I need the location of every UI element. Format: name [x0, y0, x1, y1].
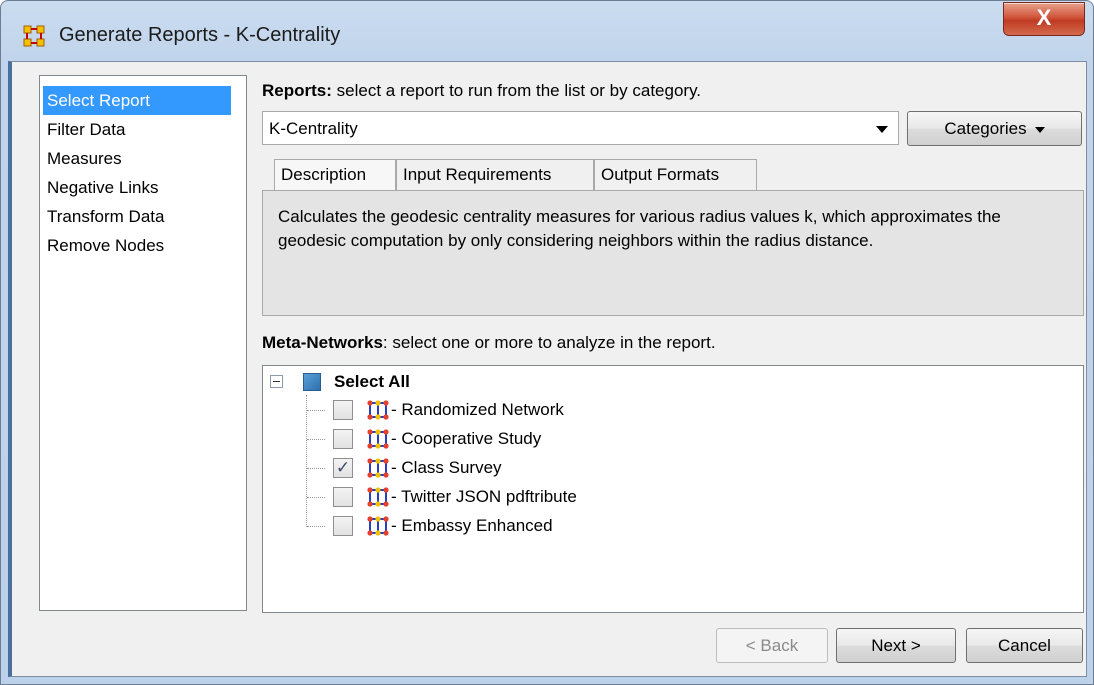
reports-heading: Reports: select a report to run from the…	[262, 81, 701, 101]
categories-button[interactable]: Categories	[907, 111, 1082, 146]
tree-item-label: - Cooperative Study	[391, 429, 542, 448]
navigation-list: Select Report Filter Data Measures Negat…	[39, 75, 247, 611]
sidebar-item-measures[interactable]: Measures	[43, 144, 231, 173]
sidebar-item-filter-data[interactable]: Filter Data	[43, 115, 231, 144]
tab-description[interactable]: Description	[274, 159, 396, 192]
categories-button-label: Categories	[944, 119, 1027, 138]
close-button[interactable]: X	[1003, 2, 1085, 36]
tree-item-label: - Twitter JSON pdftribute	[391, 487, 577, 506]
report-select[interactable]: K-Centrality	[262, 111, 899, 145]
meta-networks-heading-text: : select one or more to analyze in the r…	[382, 333, 716, 352]
checkbox[interactable]	[333, 487, 353, 507]
cancel-button[interactable]: Cancel	[966, 628, 1083, 663]
tree-branch-line	[307, 497, 325, 498]
sidebar-item-negative-links[interactable]: Negative Links	[43, 173, 231, 202]
tree-item-label: - Class Survey	[391, 458, 502, 477]
reports-heading-bold: Reports:	[262, 81, 332, 100]
description-text: Calculates the geodesic centrality measu…	[262, 190, 1084, 316]
sidebar-item-transform-data[interactable]: Transform Data	[43, 202, 231, 231]
meta-network-tree: Select All - Randomized Network - Cooper…	[262, 365, 1084, 613]
meta-networks-heading: Meta-Networks: select one or more to ana…	[262, 333, 716, 353]
generate-reports-window: Generate Reports - K-Centrality X Select…	[0, 0, 1094, 685]
checkbox-checked[interactable]: ✓	[333, 458, 353, 478]
tree-branch-line	[307, 468, 325, 469]
tree-item[interactable]: - Twitter JSON pdftribute	[263, 483, 1083, 512]
dropdown-arrow-icon[interactable]	[876, 126, 888, 133]
caret-down-icon	[1034, 126, 1045, 133]
sidebar-item-remove-nodes[interactable]: Remove Nodes	[43, 231, 231, 260]
tree-item[interactable]: ✓ - Class Survey	[263, 454, 1083, 483]
checkbox[interactable]	[333, 516, 353, 536]
select-all-label: Select All	[334, 372, 410, 391]
tree-item[interactable]: - Randomized Network	[263, 396, 1083, 425]
meta-network-icon	[367, 429, 389, 449]
app-network-icon	[23, 25, 45, 47]
tree-branch-line	[307, 526, 325, 527]
tree-branch-line	[307, 410, 325, 411]
back-button[interactable]: < Back	[716, 628, 828, 663]
sidebar-item-select-report[interactable]: Select Report	[43, 86, 231, 115]
tree-item[interactable]: - Embassy Enhanced	[263, 512, 1083, 541]
tree-root-select-all[interactable]: Select All	[263, 366, 1083, 396]
checkbox[interactable]	[333, 429, 353, 449]
meta-network-icon	[367, 516, 389, 536]
tree-item-label: - Embassy Enhanced	[391, 516, 553, 535]
tab-input-requirements[interactable]: Input Requirements	[396, 159, 594, 190]
meta-network-icon	[367, 458, 389, 478]
next-button[interactable]: Next >	[836, 628, 956, 663]
tab-output-formats[interactable]: Output Formats	[594, 159, 757, 190]
window-title: Generate Reports - K-Centrality	[59, 24, 341, 46]
meta-network-icon	[367, 400, 389, 420]
tree-branch-line	[307, 439, 325, 440]
select-all-checkbox-icon[interactable]	[303, 373, 321, 391]
dialog-body: Select Report Filter Data Measures Negat…	[8, 61, 1087, 677]
collapse-icon[interactable]	[270, 375, 283, 388]
meta-network-icon	[367, 487, 389, 507]
tree-item[interactable]: - Cooperative Study	[263, 425, 1083, 454]
meta-networks-heading-bold: Meta-Networks	[262, 333, 383, 352]
title-bar[interactable]: Generate Reports - K-Centrality X	[1, 1, 1093, 61]
checkbox[interactable]	[333, 400, 353, 420]
reports-heading-text: select a report to run from the list or …	[331, 81, 702, 100]
tree-item-label: - Randomized Network	[391, 400, 564, 419]
report-select-value: K-Centrality	[269, 119, 358, 138]
